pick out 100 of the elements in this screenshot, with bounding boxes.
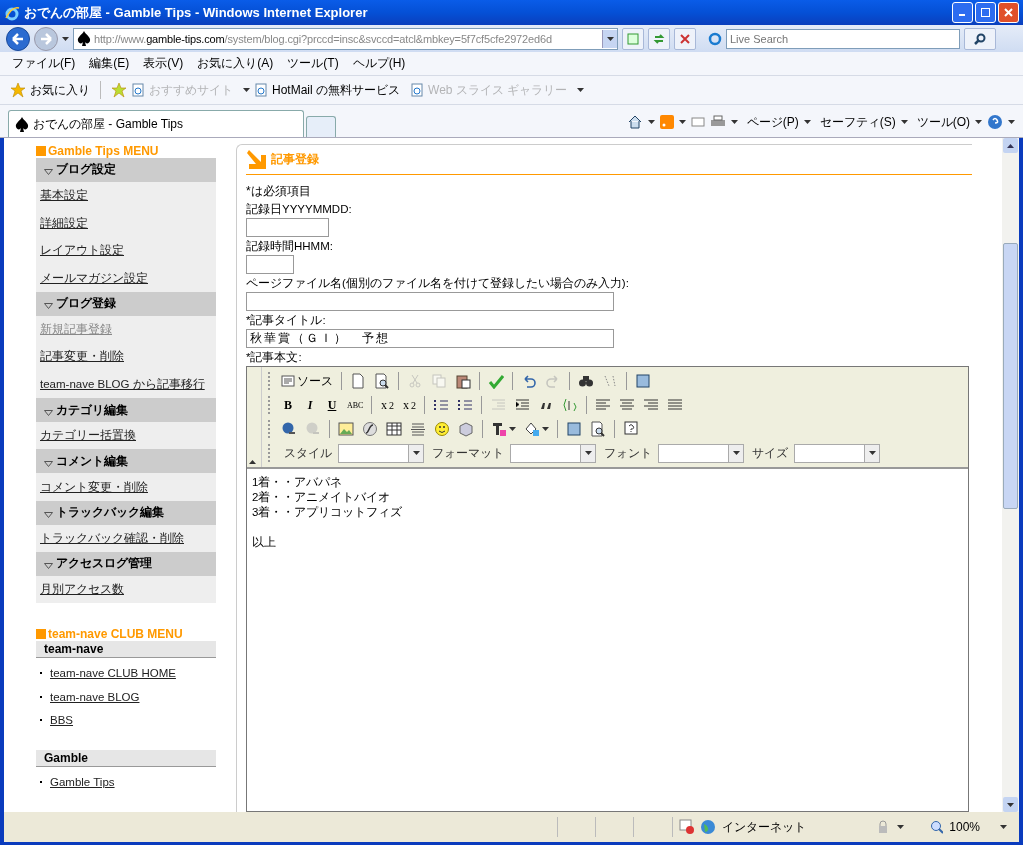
binoculars-icon[interactable]: [578, 373, 594, 389]
format-button[interactable]: B: [278, 394, 298, 416]
indent-icon[interactable]: [514, 397, 531, 413]
dropdown[interactable]: [510, 443, 596, 463]
section-header: ブログ登録: [56, 295, 116, 313]
dropdown[interactable]: [794, 443, 880, 463]
command-menu[interactable]: ツール(O): [916, 113, 970, 131]
text-color-icon[interactable]: [491, 421, 507, 437]
feed-icon[interactable]: [659, 115, 674, 129]
menu-item[interactable]: お気に入り(A): [197, 55, 274, 72]
sidebar-link[interactable]: 詳細設定: [36, 209, 216, 237]
home-icon[interactable]: [626, 114, 643, 130]
select-all-icon[interactable]: [635, 373, 651, 389]
input-field[interactable]: [246, 292, 614, 311]
mail-icon[interactable]: [690, 116, 705, 128]
club-link[interactable]: Gamble Tips: [50, 776, 115, 789]
search-button[interactable]: [964, 27, 996, 50]
sidebar-link[interactable]: 記事変更・削除: [36, 343, 216, 371]
command-menu[interactable]: セーフティ(S): [819, 113, 896, 131]
club-link[interactable]: team-nave CLUB HOME: [50, 667, 176, 680]
bullet-list-icon[interactable]: [457, 397, 474, 413]
align-center-icon[interactable]: [619, 397, 636, 413]
frame-icon[interactable]: [566, 421, 582, 437]
menu-item[interactable]: ファイル(F): [12, 55, 76, 72]
close-button[interactable]: [998, 2, 1019, 23]
zoom-level[interactable]: 100%: [949, 820, 980, 834]
format-button[interactable]: I: [300, 394, 320, 416]
horizontal-rule-icon[interactable]: [410, 421, 426, 437]
favorites-button[interactable]: お気に入り: [30, 81, 90, 99]
smiley-icon[interactable]: [434, 421, 450, 437]
command-menu[interactable]: ページ(P): [746, 113, 799, 131]
field-label: 記録時間HHMM:: [246, 239, 333, 254]
input-field[interactable]: [246, 255, 294, 274]
menu-item[interactable]: ツール(T): [287, 55, 339, 72]
sidebar-link[interactable]: team-nave BLOG から記事移行: [36, 370, 216, 399]
preview-icon[interactable]: [590, 421, 606, 437]
undo-icon[interactable]: [521, 373, 537, 389]
align-right-icon[interactable]: [643, 397, 660, 413]
collapse-icon[interactable]: [249, 460, 256, 464]
browser-tab[interactable]: おでんの部屋 - Gamble Tips: [8, 110, 304, 137]
div-icon[interactable]: [562, 397, 579, 413]
field-label: *記事本文:: [246, 350, 302, 365]
back-button[interactable]: [6, 26, 30, 51]
justify-icon[interactable]: [667, 397, 684, 413]
help-icon[interactable]: [987, 114, 1003, 130]
favorites-link[interactable]: HotMail の無料サービス: [272, 81, 400, 99]
sidebar-link[interactable]: 月別アクセス数: [36, 575, 216, 604]
address-field[interactable]: http://www.gamble-tips.com/system/blog.cgi?prccd=insc&svccd=atcl&mbkey=5f7cf5cfe2972ed6d: [73, 27, 618, 50]
menu-item[interactable]: ヘルプ(H): [352, 55, 406, 72]
new-tab-button[interactable]: [306, 116, 336, 137]
link-icon[interactable]: [281, 421, 297, 437]
sidebar-link[interactable]: メールマガジン設定: [36, 264, 216, 292]
sidebar-link[interactable]: 基本設定: [36, 181, 216, 210]
format-button[interactable]: U: [322, 394, 342, 416]
dropdown[interactable]: [658, 443, 744, 463]
table-icon[interactable]: [386, 421, 402, 437]
printer-icon[interactable]: [709, 115, 726, 129]
scroll-up-icon[interactable]: [1007, 143, 1014, 148]
compatibility-button[interactable]: [622, 27, 644, 50]
scrollbar[interactable]: [1002, 138, 1019, 812]
help-icon[interactable]: [623, 421, 639, 437]
sidebar-link[interactable]: カテゴリー括置換: [36, 421, 216, 450]
menu-item[interactable]: 表示(V): [143, 55, 184, 72]
sidebar-link[interactable]: レイアウト設定: [36, 236, 216, 265]
refresh-button[interactable]: [648, 27, 670, 50]
caret-icon: [803, 120, 811, 124]
document-icon[interactable]: [350, 373, 366, 389]
input-field[interactable]: [246, 218, 329, 237]
stop-icon: [678, 31, 692, 46]
caret-icon: [1000, 825, 1007, 829]
dropdown-label: サイズ: [752, 444, 788, 462]
club-link[interactable]: team-nave BLOG: [50, 690, 140, 703]
section-header: ブログ設定: [56, 161, 116, 179]
stop-button[interactable]: [674, 27, 696, 50]
address-dropdown-button[interactable]: [602, 29, 617, 48]
input-field[interactable]: 秋華賞（ＧＩ） 予想: [246, 329, 614, 348]
preview-icon[interactable]: [374, 373, 390, 389]
align-left-icon[interactable]: [595, 397, 612, 413]
menu-item[interactable]: 編集(E): [89, 55, 130, 72]
blocked-popup-icon: [678, 819, 695, 835]
sidebar-link[interactable]: コメント変更・削除: [36, 473, 216, 501]
favorites-star-icon[interactable]: [10, 82, 26, 98]
numbered-list-icon[interactable]: [433, 397, 450, 413]
background-color-icon[interactable]: [524, 421, 540, 437]
source-button[interactable]: ソース: [278, 370, 336, 392]
sidebar-link[interactable]: トラックバック確認・削除: [36, 524, 216, 553]
spellcheck-icon[interactable]: [488, 373, 504, 389]
image-icon[interactable]: [338, 421, 354, 437]
flash-icon[interactable]: [362, 421, 378, 437]
club-link[interactable]: BBS: [50, 714, 73, 727]
format-button[interactable]: ABC: [344, 394, 367, 416]
required-note: *は必須項目: [246, 183, 311, 200]
page-icon: [626, 31, 640, 46]
clipboard-icon[interactable]: [455, 373, 471, 389]
dropdown[interactable]: [338, 443, 424, 463]
search-field[interactable]: Live Search: [726, 28, 960, 49]
spade-icon: [77, 31, 91, 46]
maximize-button[interactable]: [975, 2, 996, 23]
add-favorite-icon[interactable]: [111, 82, 127, 98]
minimize-button[interactable]: [952, 2, 973, 23]
